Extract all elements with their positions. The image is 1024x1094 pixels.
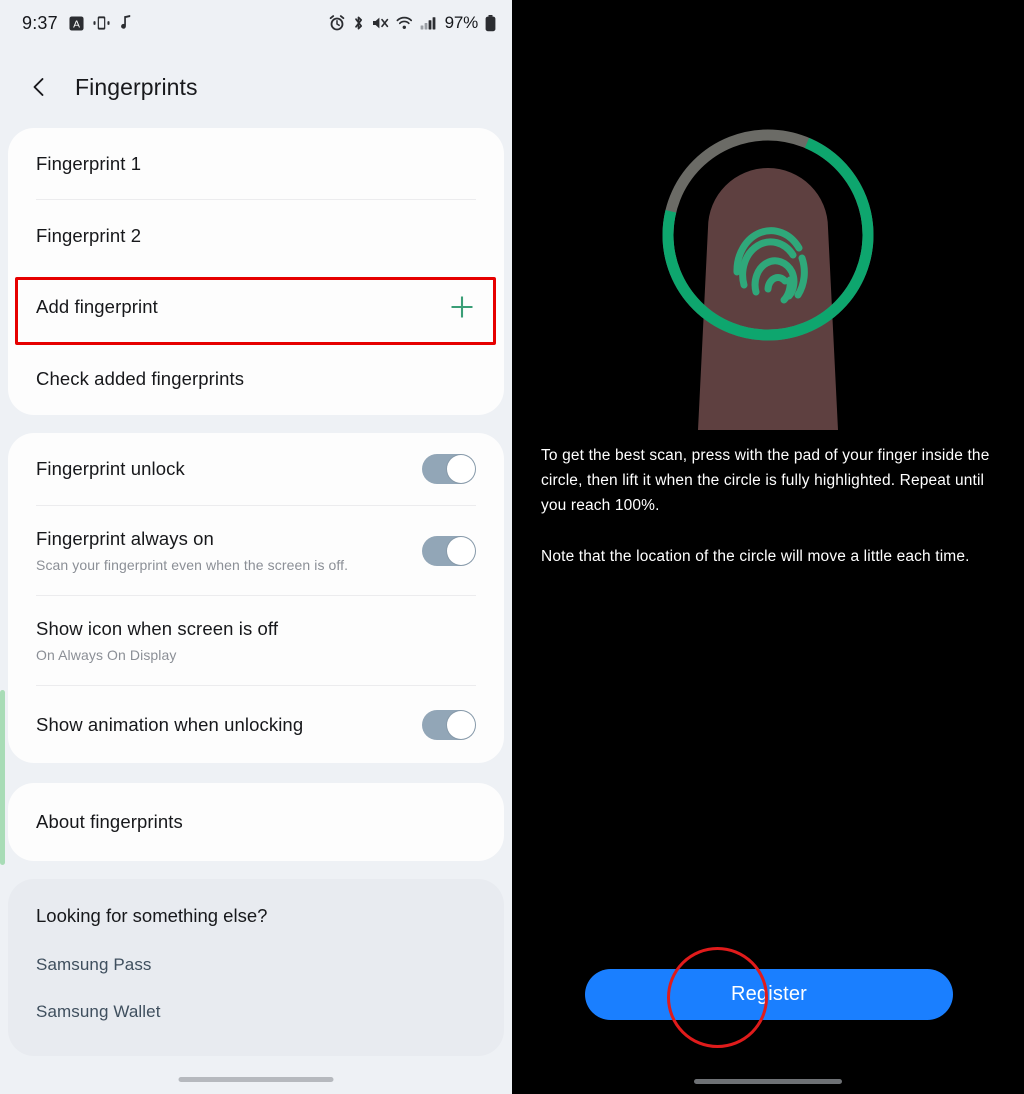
music-note-icon bbox=[119, 15, 132, 31]
list-item-label: Fingerprint 1 bbox=[36, 152, 142, 174]
list-item-label: About fingerprints bbox=[36, 811, 183, 832]
toggle-fingerprint-unlock[interactable] bbox=[422, 454, 476, 484]
mute-icon bbox=[372, 15, 389, 31]
settings-screen: 9:37 A 97% Fingerprints Fingerprint 1 Fi… bbox=[0, 0, 512, 1094]
status-bar: 9:37 A 97% bbox=[0, 0, 512, 46]
status-bar-left-icons: A bbox=[69, 15, 132, 31]
instruction-line-2: Note that the location of the circle wil… bbox=[541, 548, 970, 565]
setting-row-show-animation[interactable]: Show animation when unlocking bbox=[8, 686, 504, 763]
setting-row-fingerprint-always-on[interactable]: Fingerprint always on Scan your fingerpr… bbox=[8, 506, 504, 595]
a-badge-icon: A bbox=[69, 15, 84, 31]
status-bar-right-icons: 97% bbox=[329, 13, 496, 33]
back-icon[interactable] bbox=[28, 76, 50, 98]
row-texts: Fingerprint always on Scan your fingerpr… bbox=[36, 528, 422, 573]
app-bar: Fingerprints bbox=[0, 46, 512, 128]
alarm-icon bbox=[329, 15, 345, 31]
register-screen: To get the best scan, press with the pad… bbox=[512, 0, 1024, 1094]
row-texts: Add fingerprint bbox=[36, 296, 448, 318]
page-title: Fingerprints bbox=[75, 73, 198, 100]
svg-text:A: A bbox=[73, 19, 80, 30]
looking-for-something-else-block: Looking for something else? Samsung Pass… bbox=[8, 879, 504, 1056]
setting-label: Fingerprint unlock bbox=[36, 458, 185, 479]
device-vibrate-icon bbox=[93, 15, 110, 31]
battery-icon bbox=[485, 14, 496, 32]
row-texts: Fingerprint 1 bbox=[36, 153, 476, 175]
setting-value: On Always On Display bbox=[36, 647, 177, 663]
setting-label: Show animation when unlocking bbox=[36, 713, 304, 735]
link-samsung-pass[interactable]: Samsung Pass bbox=[36, 955, 476, 975]
home-indicator bbox=[178, 1077, 334, 1082]
list-item-label: Fingerprint 2 bbox=[36, 224, 142, 246]
setting-label: Fingerprint always on bbox=[36, 528, 214, 549]
list-item-label: Check added fingerprints bbox=[36, 368, 245, 389]
list-item-fingerprint-2[interactable]: Fingerprint 2 bbox=[8, 200, 504, 271]
signal-icon bbox=[420, 15, 436, 31]
dual-screenshot: 9:37 A 97% Fingerprints Fingerprint 1 Fi… bbox=[0, 0, 1024, 1094]
setting-row-fingerprint-unlock[interactable]: Fingerprint unlock bbox=[8, 433, 504, 505]
row-texts: About fingerprints bbox=[36, 811, 476, 833]
home-indicator bbox=[694, 1079, 842, 1084]
row-texts: Fingerprint 2 bbox=[36, 225, 476, 247]
fingerprint-options-card: Fingerprint unlock Fingerprint always on… bbox=[8, 433, 504, 763]
register-button[interactable]: Register bbox=[585, 969, 953, 1020]
setting-label: Show icon when screen is off bbox=[36, 618, 279, 639]
toggle-fingerprint-always-on[interactable] bbox=[422, 535, 476, 566]
toggle-show-animation[interactable] bbox=[422, 709, 476, 740]
toggle-knob bbox=[447, 710, 475, 739]
scrollbar-thumb[interactable] bbox=[0, 690, 5, 865]
setting-description: Scan your fingerprint even when the scre… bbox=[36, 557, 349, 573]
check-added-fingerprints-button[interactable]: Check added fingerprints bbox=[8, 343, 504, 415]
setting-row-show-icon-screen-off[interactable]: Show icon when screen is off On Always O… bbox=[8, 596, 504, 685]
instruction-line-1: To get the best scan, press with the pad… bbox=[541, 447, 990, 514]
instructions-text: To get the best scan, press with the pad… bbox=[541, 443, 1007, 569]
row-texts: Check added fingerprints bbox=[36, 368, 476, 390]
row-texts: Show icon when screen is off On Always O… bbox=[36, 618, 476, 663]
row-texts: Show animation when unlocking bbox=[36, 714, 422, 736]
row-texts: Fingerprint unlock bbox=[36, 458, 422, 480]
wifi-icon bbox=[396, 15, 413, 31]
add-fingerprint-button[interactable]: Add fingerprint bbox=[8, 271, 504, 343]
plus-icon bbox=[448, 293, 476, 321]
about-fingerprints-button[interactable]: About fingerprints bbox=[8, 783, 504, 861]
bluetooth-icon bbox=[352, 15, 365, 31]
fingerprints-card: Fingerprint 1 Fingerprint 2 Add fingerpr… bbox=[8, 128, 504, 415]
footer-heading: Looking for something else? bbox=[36, 905, 268, 926]
list-item-fingerprint-1[interactable]: Fingerprint 1 bbox=[8, 128, 504, 199]
battery-percent-text: 97% bbox=[444, 13, 479, 32]
link-samsung-wallet[interactable]: Samsung Wallet bbox=[36, 1002, 476, 1022]
list-item-label: Add fingerprint bbox=[36, 296, 158, 317]
toggle-knob bbox=[447, 455, 475, 483]
fingerprint-scan-illustration bbox=[512, 100, 1024, 430]
status-bar-time: 9:37 bbox=[22, 12, 58, 33]
toggle-knob bbox=[447, 536, 475, 565]
about-card: About fingerprints bbox=[8, 783, 504, 861]
